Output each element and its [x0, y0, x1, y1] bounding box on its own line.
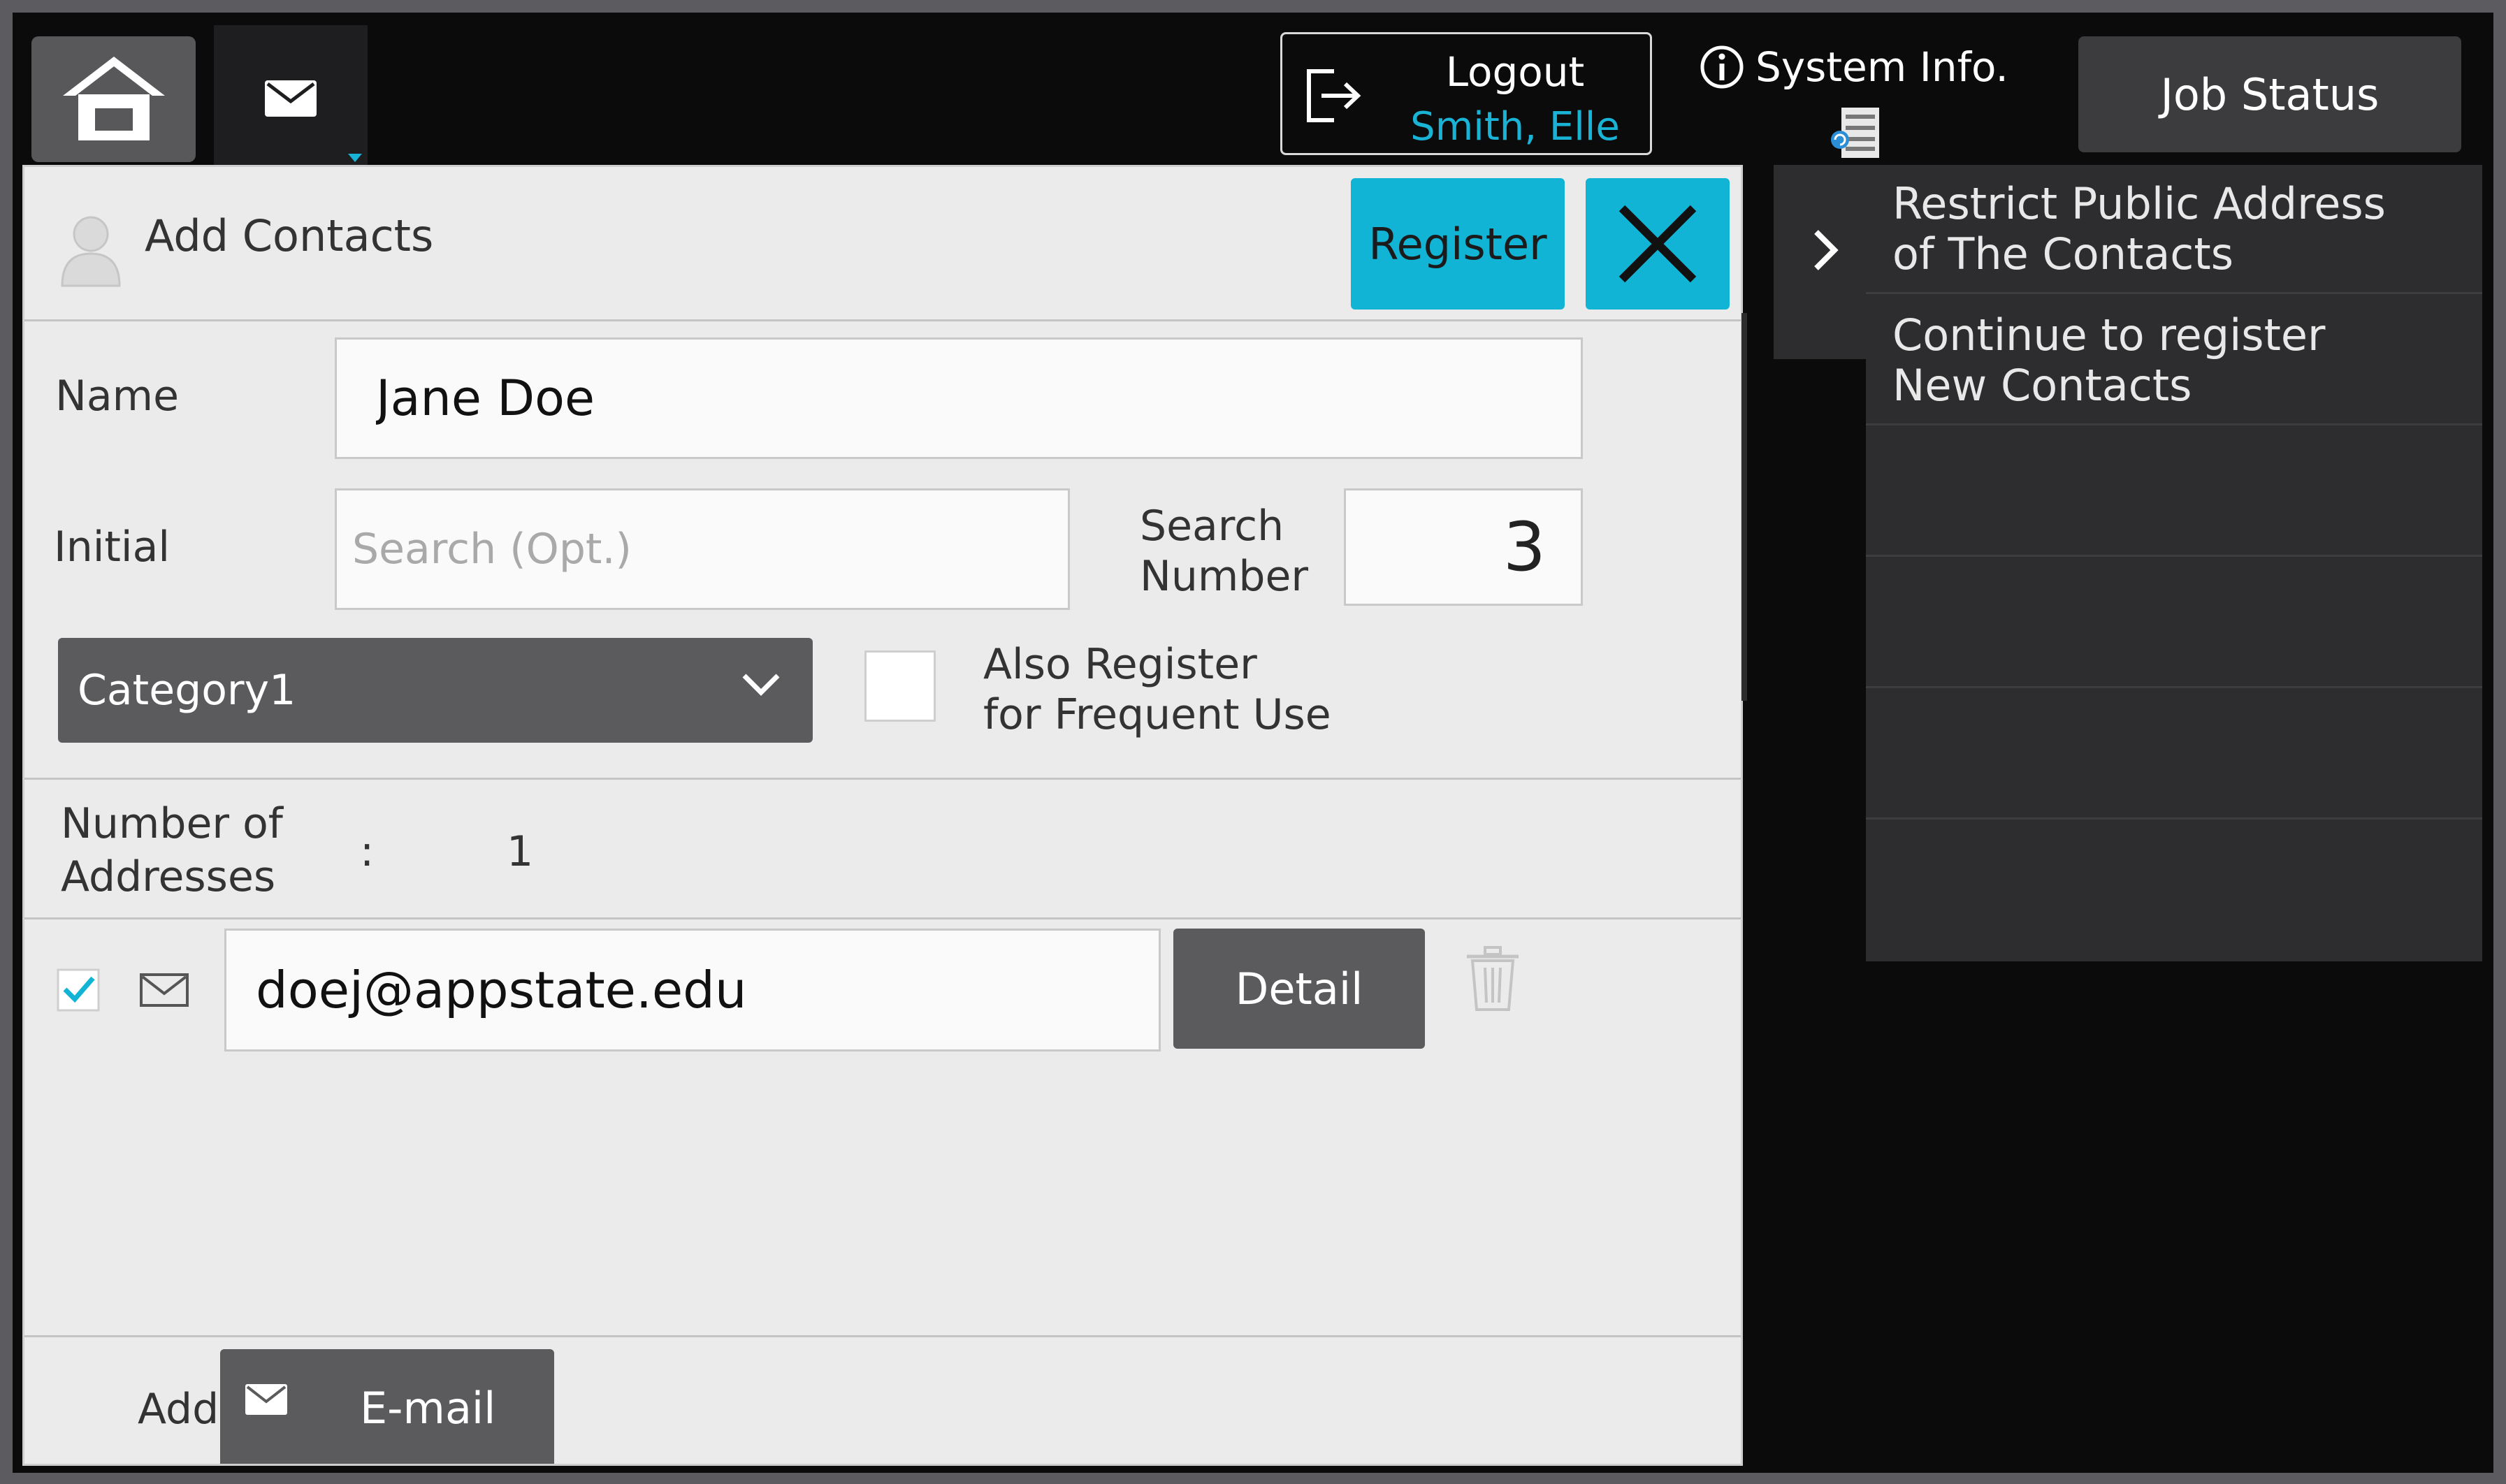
close-icon	[1618, 205, 1697, 283]
email-address-field[interactable]	[224, 929, 1161, 1052]
register-button[interactable]: Register	[1351, 178, 1565, 310]
address-count-value: 1	[507, 827, 534, 876]
side-menu: Restrict Public Address of The Contacts …	[1866, 165, 2482, 961]
category-value: Category1	[78, 666, 296, 715]
system-info-button[interactable]: System Info.	[1686, 28, 2008, 161]
frequent-use-label-line2: for Frequent Use	[983, 690, 1331, 739]
dialog-header: Add Contacts Register	[24, 167, 1741, 321]
frequent-use-checkbox[interactable]	[864, 650, 936, 722]
frequent-use-label: Also Register for Frequent Use	[983, 639, 1331, 740]
name-field[interactable]	[335, 337, 1583, 459]
initial-input[interactable]	[335, 488, 1070, 610]
system-info-label: System Info.	[1755, 43, 2008, 91]
chevron-right-icon	[1814, 230, 1839, 270]
home-icon	[62, 57, 165, 140]
job-status-button[interactable]: Job Status	[2078, 36, 2461, 152]
address-count-label: Number of Addresses	[61, 797, 283, 903]
menu-item-empty	[1866, 559, 2482, 688]
side-menu-toggle[interactable]	[1774, 165, 1878, 359]
info-icon	[1700, 45, 1744, 89]
close-button[interactable]	[1586, 178, 1730, 310]
address-count-label-line1: Number of	[61, 799, 283, 848]
category-select[interactable]: Category1	[58, 638, 813, 743]
contact-person-icon	[61, 216, 121, 287]
search-number-label: Search Number	[1140, 501, 1308, 602]
add-label: Add	[138, 1385, 219, 1434]
divider	[24, 917, 1741, 919]
address-count-label-line2: Addresses	[61, 852, 276, 901]
frequent-use-label-line1: Also Register	[983, 640, 1257, 689]
menu-item-empty	[1866, 428, 2482, 557]
app-window: Logout Smith, Elle System Info. Job Stat…	[13, 13, 2493, 1473]
search-number-label-line1: Search	[1140, 502, 1284, 551]
email-type-icon	[140, 973, 189, 1007]
logout-icon	[1307, 69, 1361, 122]
search-number-field[interactable]	[1344, 488, 1583, 606]
menu-item-restrict-public-address[interactable]: Restrict Public Address of The Contacts	[1866, 165, 2482, 294]
dialog-title: Add Contacts	[145, 210, 434, 261]
trash-icon[interactable]	[1464, 945, 1521, 1014]
divider	[24, 1335, 1741, 1337]
detail-button[interactable]: Detail	[1173, 929, 1425, 1049]
name-label: Name	[55, 372, 180, 421]
menu-item-continue-register[interactable]: Continue to register New Contacts	[1866, 296, 2482, 425]
add-email-button[interactable]: E-mail	[220, 1349, 554, 1464]
menu-item-label: New Contacts	[1892, 360, 2192, 411]
menu-item-label: of The Contacts	[1892, 228, 2234, 279]
menu-item-empty	[1866, 690, 2482, 820]
add-contacts-panel: Add Contacts Register Name Initial Searc…	[22, 165, 1743, 1466]
address-count-separator: :	[360, 827, 375, 876]
address-checkbox[interactable]	[57, 968, 100, 1012]
add-email-label: E-mail	[360, 1383, 496, 1434]
envelope-icon	[265, 80, 317, 117]
tab-email[interactable]	[214, 25, 368, 172]
envelope-icon	[245, 1384, 287, 1415]
logout-button[interactable]: Logout Smith, Elle	[1280, 32, 1652, 155]
search-number-label-line2: Number	[1140, 552, 1309, 601]
menu-item-label: Continue to register	[1892, 310, 2326, 361]
printer-status-icon	[1831, 108, 1879, 158]
divider	[24, 778, 1741, 780]
menu-item-label: Restrict Public Address	[1892, 178, 2386, 229]
tab-dropdown-indicator	[348, 154, 362, 162]
initial-label: Initial	[54, 523, 171, 572]
home-button[interactable]	[31, 36, 196, 162]
logout-label: Logout	[1445, 48, 1585, 96]
chevron-down-icon	[742, 674, 780, 696]
logged-in-user: Smith, Elle	[1410, 104, 1620, 150]
scrollbar[interactable]	[1741, 313, 1747, 701]
